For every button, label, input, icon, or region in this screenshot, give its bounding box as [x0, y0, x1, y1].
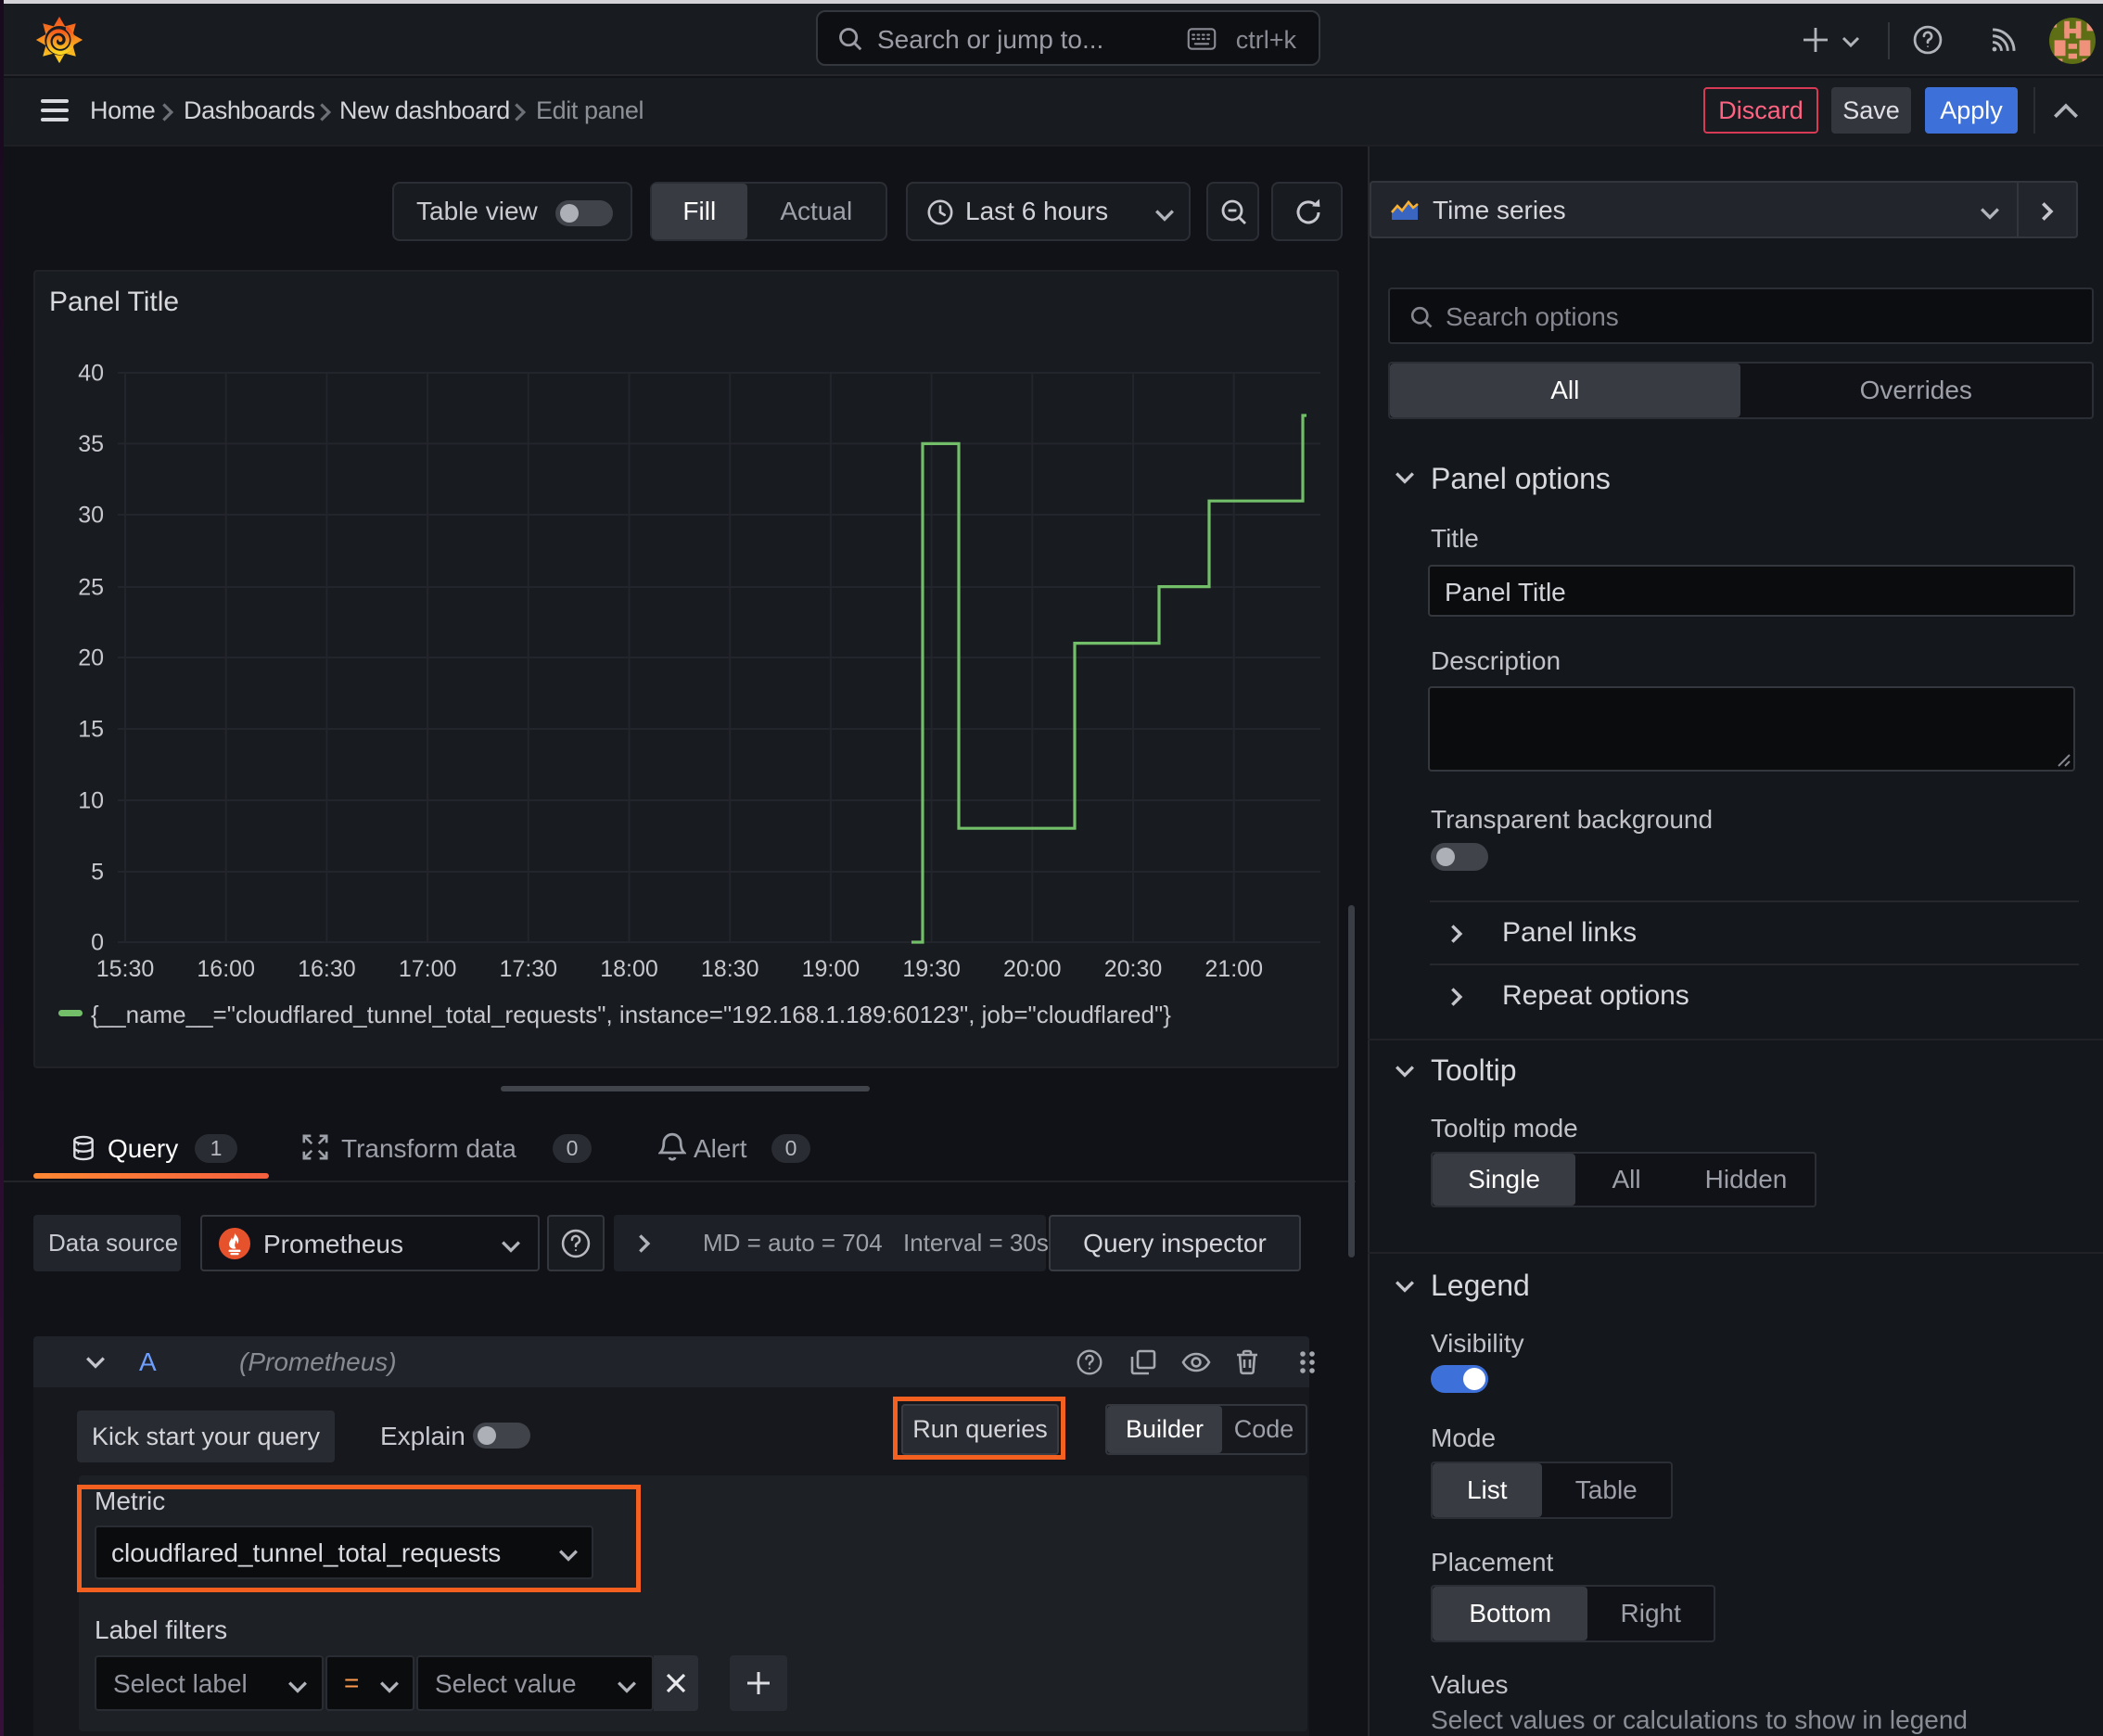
svg-text:20:30: 20:30 — [1104, 956, 1163, 982]
svg-text:16:00: 16:00 — [197, 956, 255, 982]
svg-text:30: 30 — [78, 502, 104, 528]
svg-text:Panel Title: Panel Title — [49, 287, 179, 317]
svg-text:40: 40 — [78, 360, 104, 386]
svg-text:18:00: 18:00 — [600, 956, 658, 982]
svg-text:0: 0 — [91, 929, 104, 955]
svg-text:{__name__="cloudflared_tunnel_: {__name__="cloudflared_tunnel_total_requ… — [91, 1001, 1171, 1028]
svg-text:17:00: 17:00 — [399, 956, 457, 982]
svg-text:10: 10 — [78, 787, 104, 813]
svg-text:17:30: 17:30 — [500, 956, 558, 982]
svg-text:18:30: 18:30 — [701, 956, 759, 982]
svg-text:21:00: 21:00 — [1204, 956, 1263, 982]
svg-text:35: 35 — [78, 431, 104, 457]
svg-text:19:00: 19:00 — [802, 956, 860, 982]
svg-text:19:30: 19:30 — [902, 956, 961, 982]
svg-text:15: 15 — [78, 716, 104, 742]
svg-text:5: 5 — [91, 859, 104, 885]
svg-text:16:30: 16:30 — [298, 956, 356, 982]
svg-text:20:00: 20:00 — [1003, 956, 1062, 982]
svg-text:25: 25 — [78, 574, 104, 600]
svg-text:20: 20 — [78, 645, 104, 670]
svg-text:15:30: 15:30 — [96, 956, 155, 982]
